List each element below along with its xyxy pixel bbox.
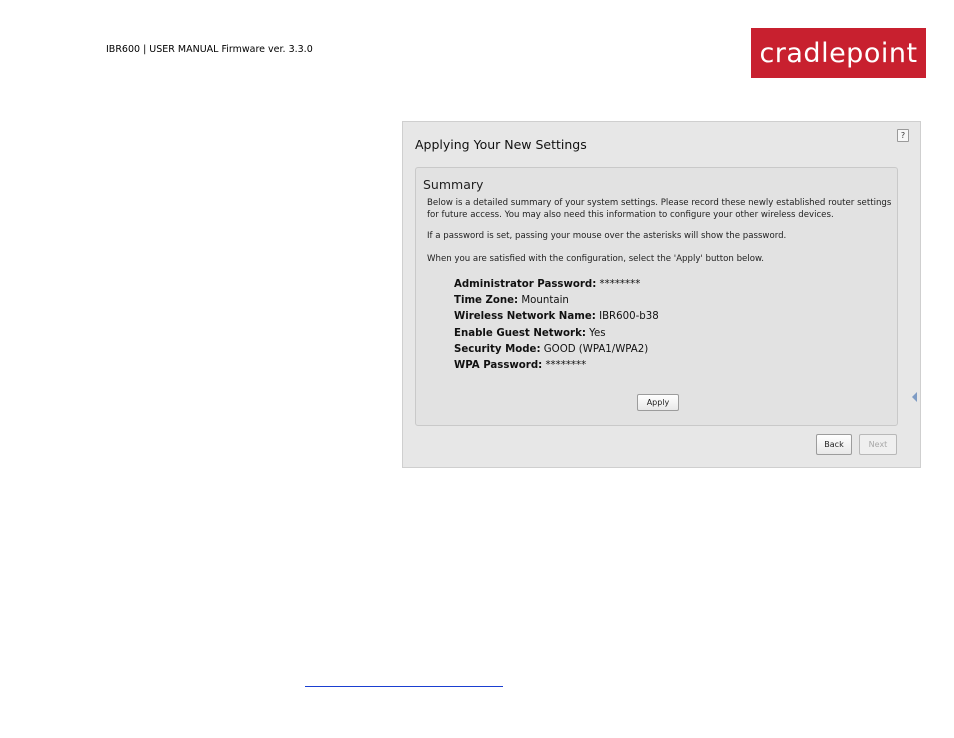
hyperlink-underline[interactable] bbox=[305, 686, 503, 687]
setting-value[interactable]: ******** bbox=[600, 279, 641, 290]
cradlepoint-logo: cradlepoint bbox=[751, 28, 926, 78]
setting-row: Time Zone: Mountain bbox=[454, 293, 659, 309]
setting-row: Enable Guest Network: Yes bbox=[454, 326, 659, 342]
setting-row: Security Mode: GOOD (WPA1/WPA2) bbox=[454, 342, 659, 358]
help-icon[interactable]: ? bbox=[897, 129, 909, 142]
summary-panel: Summary Below is a detailed summary of y… bbox=[415, 167, 898, 426]
summary-intro-text: Below is a detailed summary of your syst… bbox=[427, 198, 892, 220]
setting-row: Wireless Network Name: IBR600-b38 bbox=[454, 309, 659, 325]
setting-value: Mountain bbox=[521, 295, 569, 307]
setting-label: Security Mode: bbox=[454, 343, 541, 355]
summary-title: Summary bbox=[423, 177, 484, 192]
router-settings-screenshot: ? Applying Your New Settings Summary Bel… bbox=[402, 121, 921, 468]
collapse-arrow-icon[interactable] bbox=[912, 392, 917, 402]
settings-list: Administrator Password: ******** Time Zo… bbox=[454, 277, 659, 374]
setting-label: Time Zone: bbox=[454, 295, 519, 307]
next-button[interactable]: Next bbox=[859, 434, 897, 455]
apply-instruction-text: When you are satisfied with the configur… bbox=[427, 254, 764, 264]
setting-label: Wireless Network Name: bbox=[454, 311, 596, 323]
setting-value: Yes bbox=[589, 327, 606, 339]
setting-label: Enable Guest Network: bbox=[454, 327, 586, 339]
setting-label: Administrator Password: bbox=[454, 279, 597, 290]
setting-value[interactable]: ******** bbox=[545, 360, 586, 371]
password-hint-text: If a password is set, passing your mouse… bbox=[427, 231, 787, 241]
setting-value: IBR600-b38 bbox=[599, 311, 659, 323]
apply-button[interactable]: Apply bbox=[637, 394, 679, 411]
page-title: Applying Your New Settings bbox=[415, 137, 587, 152]
back-button[interactable]: Back bbox=[816, 434, 852, 455]
setting-value: GOOD (WPA1/WPA2) bbox=[543, 343, 649, 355]
setting-label: WPA Password: bbox=[454, 360, 543, 372]
setting-row: Administrator Password: ******** bbox=[454, 277, 659, 293]
document-header: IBR600 | USER MANUAL Firmware ver. 3.3.0 bbox=[106, 44, 313, 55]
setting-row: WPA Password: ******** bbox=[454, 358, 659, 374]
